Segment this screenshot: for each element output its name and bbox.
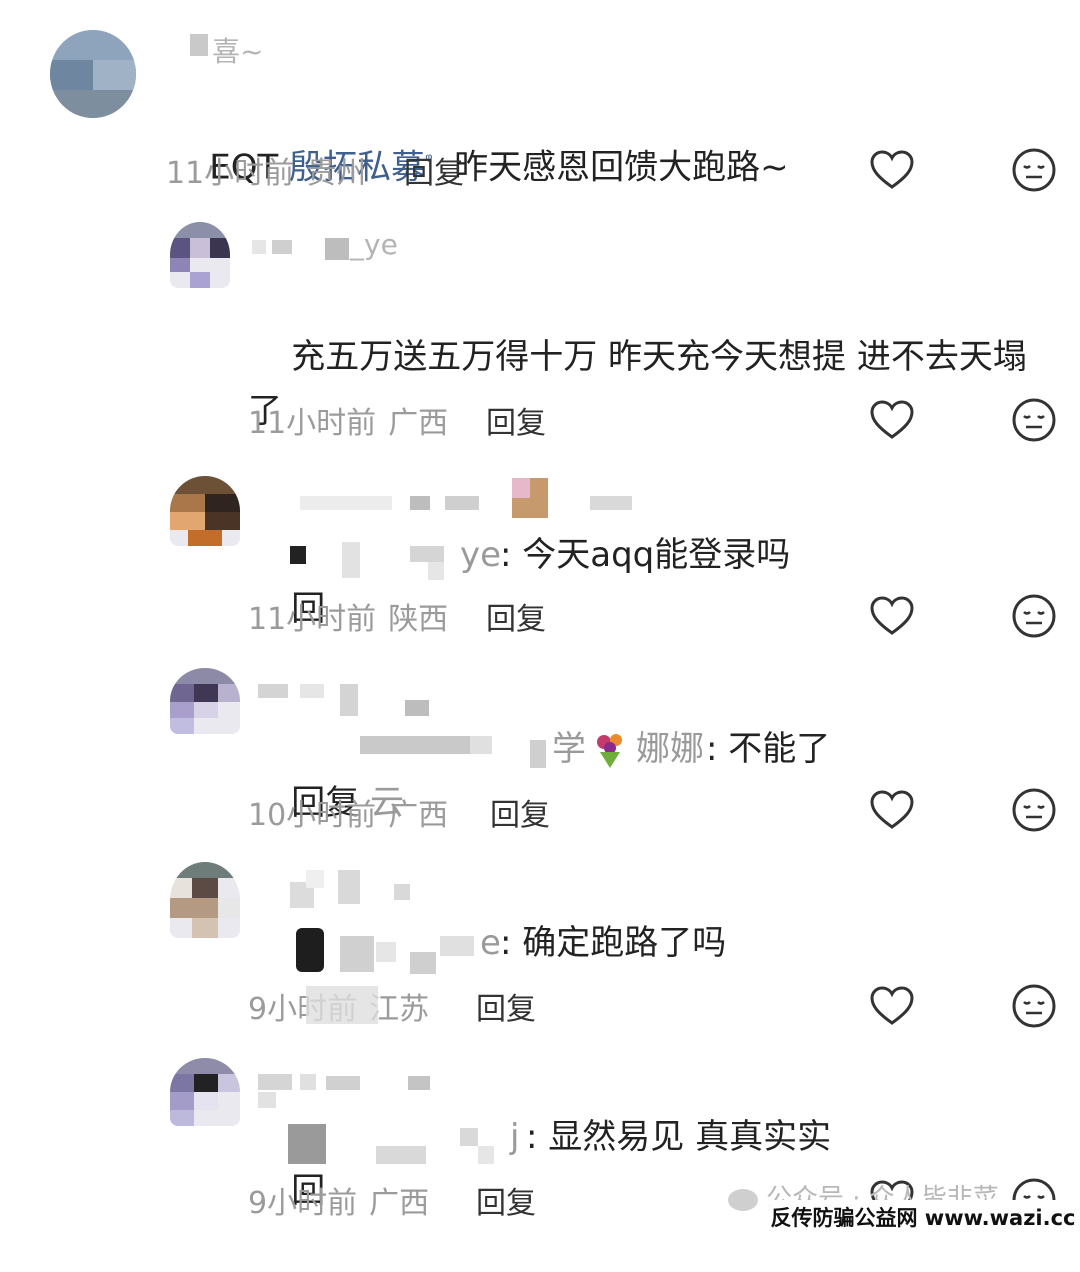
reply-button[interactable]: 回复 [476,984,536,1028]
blurred-name [376,942,396,962]
heart-icon[interactable] [868,396,916,444]
heart-icon[interactable] [868,592,916,640]
site-watermark: 反传防骗公益网 www.wazi.cc [770,1200,1076,1236]
blurred-name [428,562,444,580]
blurred-username [512,478,530,498]
heart-icon[interactable] [868,146,916,194]
comment-meta: 10小时前 广西 [248,790,448,834]
blurred-username [325,238,349,260]
blurred-name [410,546,444,562]
blurred-name [440,936,474,956]
blurred-username [410,496,430,510]
reply-target-name[interactable]: e [480,916,501,970]
timestamp: 11小时前 [248,602,377,637]
comment-meta: 9小时前 广西 [248,1178,429,1222]
blurred-name [376,1146,426,1164]
meh-face-icon[interactable] [1010,396,1058,444]
blurred-username [590,496,632,510]
blurred-username [445,496,479,510]
blurred-username [338,870,360,904]
location: 贵州 [306,156,367,191]
blurred-username [252,240,266,254]
flower-bouquet-icon [597,734,622,768]
reply-button[interactable]: 回复 [486,594,546,638]
meh-face-icon[interactable] [1010,982,1058,1030]
timestamp: 11小时前 [248,406,377,441]
blurred-name [478,1146,494,1164]
comment-body: : 今天aqq能登录吗 [500,535,791,575]
reply-target-name[interactable]: 学 [552,722,586,776]
timestamp: 10小时前 [248,798,377,833]
comment-body: : 不能了 [706,729,831,769]
blurred-username [408,1076,430,1090]
blurred-username [300,1074,316,1090]
blurred-username [190,34,208,56]
blurred-name [530,740,546,768]
avatar[interactable] [170,862,240,938]
reply-button[interactable]: 回复 [404,148,464,192]
avatar[interactable] [170,668,240,734]
blurred-username [405,700,429,716]
location: 广西 [369,1186,430,1221]
blurred-username [272,240,292,254]
blurred-username [258,1092,276,1108]
location: 江苏 [369,992,430,1027]
username[interactable]: _ye [350,228,398,261]
avatar[interactable] [170,1058,240,1126]
meh-face-icon[interactable] [1010,786,1058,834]
location: 广西 [388,798,449,833]
comment-body: 昨天感恩回馈大跑路~ [432,147,789,188]
reply-button[interactable]: 回复 [486,398,546,442]
blurred-name [470,736,492,754]
reply-target-name[interactable]: ye [460,528,501,582]
avatar[interactable] [50,30,136,118]
blurred-meta [306,986,378,1024]
blurred-username [300,684,324,698]
blurred-username [326,1076,360,1090]
blurred-username [258,1074,292,1090]
comment-meta: 11小时前 广西 [248,398,448,442]
reply-target-name[interactable]: j [510,1110,519,1164]
meh-face-icon[interactable] [1010,592,1058,640]
blurred-username [300,496,392,510]
timestamp: 9小时前 [248,1186,358,1221]
blurred-username [258,684,288,698]
avatar[interactable] [170,476,240,546]
reply-button[interactable]: 回复 [476,1178,536,1222]
reply-target-name[interactable]: 娜娜 [636,722,704,776]
reply-button[interactable]: 回复 [490,790,550,834]
heart-icon[interactable] [868,982,916,1030]
avatar[interactable] [170,222,230,288]
comment-meta: 11小时前 贵州 [166,148,366,192]
comment-meta: 11小时前 陕西 [248,594,448,638]
username[interactable]: 喜~ [212,30,263,70]
blurred-username [306,870,324,888]
location: 陕西 [388,602,449,637]
location: 广西 [388,406,449,441]
blurred-name [342,542,360,578]
comment-body: : 确定跑路了吗 [500,923,727,963]
timestamp: 11小时前 [166,156,295,191]
blurred-name [290,546,306,564]
blurred-username [394,884,410,900]
comment-text: 充五万送五万得十万 昨天充今天想提 进不去天塌了 [248,276,1048,492]
blurred-name [360,736,470,754]
blurred-name [288,1124,326,1164]
blurred-name [340,936,374,972]
blurred-name [296,928,324,972]
blurred-name [460,1128,478,1146]
wechat-icon [728,1188,758,1211]
heart-icon[interactable] [868,786,916,834]
comment-body: : 显然易见 真真实实 [526,1117,832,1157]
meh-face-icon[interactable] [1010,146,1058,194]
blurred-username [340,684,358,716]
blurred-name [410,952,436,974]
